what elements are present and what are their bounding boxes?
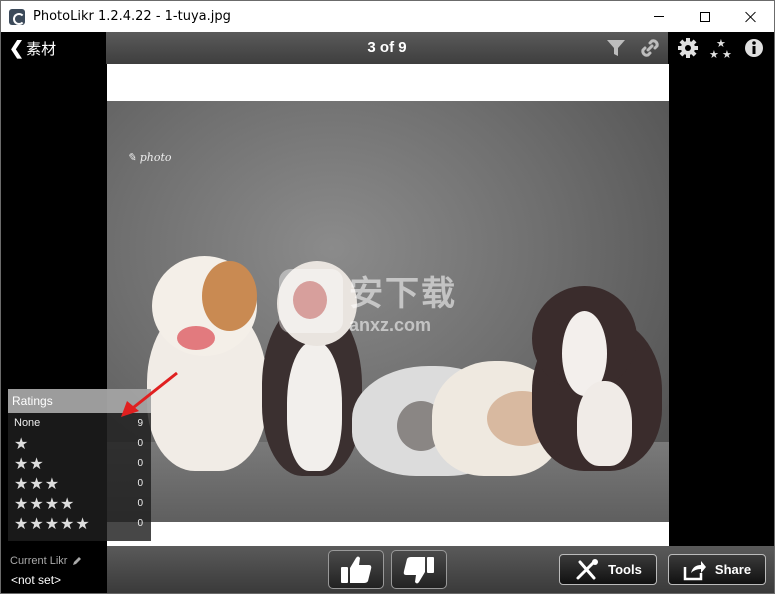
- rating-count: 0: [137, 458, 143, 469]
- rating-row[interactable]: ★★ 0: [8, 453, 151, 473]
- tools-button[interactable]: Tools: [559, 554, 657, 585]
- close-button[interactable]: [728, 1, 774, 32]
- photographer-signature: ✎ photo: [127, 151, 172, 164]
- puppy-1-tongue: [177, 326, 215, 350]
- rating-row[interactable]: ★ 0: [8, 433, 151, 453]
- share-button[interactable]: Share: [668, 554, 766, 585]
- watermark-en: anxz.com: [349, 315, 432, 335]
- photo-frame: ✎ photo 安下载 anxz.com: [107, 64, 669, 546]
- top-toolbar: ❮ 素材 3 of 9 ★ ★ ★: [1, 32, 774, 64]
- app-logo-icon: [9, 8, 25, 25]
- rating-row[interactable]: ★★★★★ 0: [8, 513, 151, 533]
- close-icon: [745, 11, 757, 23]
- rating-count: 0: [137, 438, 143, 449]
- minimize-button[interactable]: [636, 1, 682, 32]
- current-likr-label: Current Likr: [10, 555, 83, 567]
- tools-label: Tools: [608, 562, 642, 577]
- current-likr-value: <not set>: [11, 573, 62, 587]
- rating-stars-icon: ★★: [14, 456, 45, 473]
- rating-count: 0: [137, 478, 143, 489]
- toolbar-mid-icons: [605, 32, 661, 64]
- puppy-5-chest: [577, 381, 632, 466]
- right-panel: [669, 64, 774, 546]
- puppy-1-patch: [202, 261, 257, 331]
- pencil-icon[interactable]: [71, 555, 83, 567]
- bottom-bar: Current Likr <not set> Tools Share: [1, 546, 774, 593]
- window-title: PhotoLikr 1.2.4.22 - 1-tuya.jpg: [33, 9, 231, 24]
- share-label: Share: [714, 562, 752, 577]
- thumbs-down-icon: [403, 556, 434, 583]
- back-button[interactable]: ❮ 素材: [1, 32, 106, 64]
- link-icon[interactable]: [639, 37, 661, 59]
- share-icon: [683, 560, 706, 580]
- window-controls: [636, 1, 774, 32]
- rating-count: 0: [137, 498, 143, 509]
- back-label: 素材: [26, 39, 57, 58]
- ratings-list: None 9 ★ 0 ★★ 0 ★★★ 0 ★★★★ 0 ★★★★★ 0: [8, 413, 151, 533]
- watermark-text: 安下载 anxz.com: [349, 266, 457, 336]
- rating-stars-icon: ★★★★: [14, 496, 76, 513]
- current-likr-text: Current Likr: [10, 555, 68, 567]
- title-bar: PhotoLikr 1.2.4.22 - 1-tuya.jpg: [1, 1, 774, 32]
- tools-icon: [576, 558, 599, 579]
- rating-stars-icon: ★: [14, 436, 30, 453]
- rating-count: 0: [137, 518, 143, 529]
- chevron-left-icon: ❮: [9, 37, 25, 58]
- gear-icon[interactable]: [677, 37, 699, 59]
- watermark-logo-icon: [279, 269, 343, 333]
- rating-row[interactable]: ★★★★ 0: [8, 493, 151, 513]
- svg-text:★: ★: [722, 48, 732, 60]
- svg-text:★: ★: [709, 48, 719, 60]
- rating-stars-icon: ★★★★★: [14, 516, 91, 533]
- stars-icon[interactable]: ★ ★ ★: [708, 36, 734, 60]
- minimize-icon: [654, 16, 664, 17]
- toolbar-right-group: ★ ★ ★: [668, 32, 774, 64]
- like-button[interactable]: [328, 550, 384, 589]
- rating-stars-icon: ★★★: [14, 476, 61, 493]
- filter-icon[interactable]: [605, 38, 627, 58]
- maximize-button[interactable]: [682, 1, 728, 32]
- rating-label: None: [14, 417, 41, 429]
- rating-row[interactable]: ★★★ 0: [8, 473, 151, 493]
- main-photo[interactable]: ✎ photo 安下载 anxz.com: [107, 101, 669, 522]
- dislike-button[interactable]: [391, 550, 447, 589]
- watermark-cn: 安下载: [349, 274, 457, 314]
- puppy-2-chest: [287, 341, 342, 471]
- image-counter: 3 of 9: [367, 39, 407, 56]
- maximize-icon: [700, 11, 710, 22]
- watermark: 安下载 anxz.com: [279, 261, 499, 341]
- annotation-arrow-icon: [121, 371, 178, 417]
- info-icon[interactable]: [743, 37, 765, 59]
- current-likr-panel[interactable]: Current Likr <not set>: [1, 546, 107, 593]
- app-window: PhotoLikr 1.2.4.22 - 1-tuya.jpg ❮ 素材 3 o…: [0, 0, 775, 594]
- thumbs-up-icon: [341, 556, 372, 583]
